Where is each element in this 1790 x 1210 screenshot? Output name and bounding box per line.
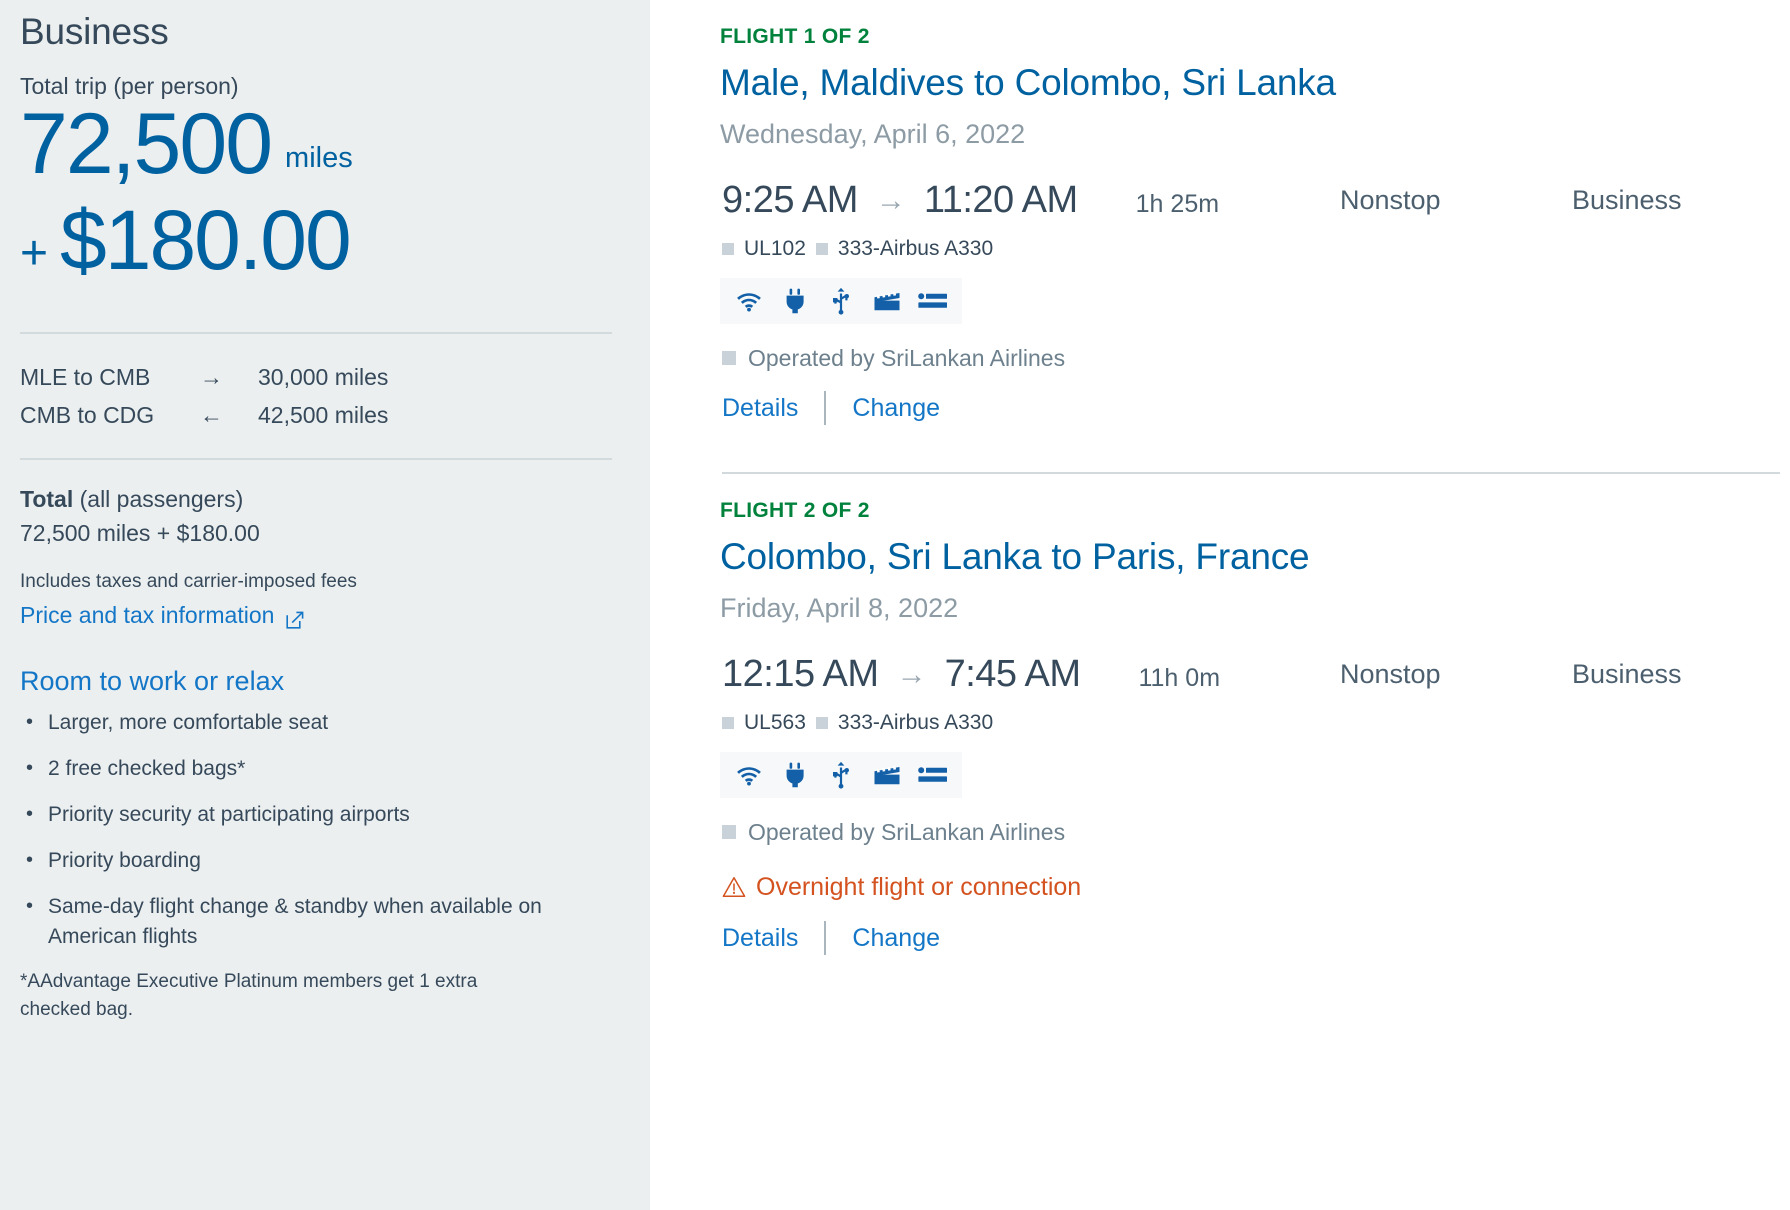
power-outlet-icon <box>780 286 810 316</box>
sidebar-divider-bottom <box>20 458 612 460</box>
price-tax-link-label: Price and tax information <box>20 602 275 628</box>
flight-times-row: 12:15 AM → 7:45 AM 11h 0m Nonstop Busine… <box>720 650 1780 702</box>
segment-miles: 42,500 miles <box>258 402 389 428</box>
lie-flat-seat-icon <box>918 760 948 790</box>
segment-direction-arrow-icon: ← <box>200 402 223 428</box>
departure-time: 9:25 AM <box>722 179 858 221</box>
flight-index-label: FLIGHT 2 OF 2 <box>720 499 870 522</box>
overnight-warning-text: Overnight flight or connection <box>756 873 1082 901</box>
grand-total-label-strong: Total <box>20 486 74 512</box>
bullet-square-icon <box>722 825 736 839</box>
itinerary-flights-panel: FLIGHT 1 OF 2 Male, Maldives to Colombo,… <box>650 0 1790 1210</box>
flight-stops: Nonstop <box>1340 185 1441 215</box>
list-item: 2 free checked bags* <box>20 753 612 784</box>
bullet-square-icon <box>722 351 736 365</box>
flight-index-label: FLIGHT 1 OF 2 <box>720 25 870 48</box>
award-itinerary-page: Business Total trip (per person) 72,500 … <box>0 0 1790 1210</box>
action-separator <box>824 391 827 425</box>
benefits-list: Larger, more comfortable seat 2 free che… <box>20 707 612 952</box>
departure-time: 12:15 AM <box>722 653 879 695</box>
arrival-time: 11:20 AM <box>923 179 1078 221</box>
details-link[interactable]: Details <box>722 920 798 956</box>
entertainment-icon <box>872 286 902 316</box>
flight-meta-row: UL563 333-Airbus A330 <box>720 708 1780 738</box>
arrival-time: 7:45 AM <box>944 653 1081 695</box>
flight-number: UL563 <box>744 711 806 734</box>
bullet-square-icon <box>722 717 734 729</box>
flight-times-row: 9:25 AM → 11:20 AM 1h 25m Nonstop Busine… <box>720 176 1780 228</box>
sidebar-divider-top <box>20 332 612 334</box>
bullet-square-icon <box>722 243 734 255</box>
miles-unit-label: miles <box>285 142 353 174</box>
flight-date: Wednesday, April 6, 2022 <box>720 119 1026 149</box>
flight-duration: 1h 25m <box>1135 190 1220 218</box>
entertainment-icon <box>872 760 902 790</box>
price-and-tax-information-link[interactable]: Price and tax information <box>20 598 305 632</box>
external-link-icon <box>285 605 305 629</box>
benefits-title: Room to work or relax <box>20 666 285 696</box>
arrow-right-icon: → <box>875 184 906 217</box>
operated-by-label: Operated by SriLankan Airlines <box>748 345 1066 371</box>
bullet-square-icon <box>815 717 828 729</box>
segment-route: CMB to CDG <box>20 402 155 428</box>
details-link[interactable]: Details <box>722 390 798 426</box>
overnight-warning: Overnight flight or connection <box>720 870 1780 904</box>
benefits-footnote: *AAdvantage Executive Platinum members g… <box>20 971 478 1020</box>
list-item: Same-day flight change & standby when av… <box>20 891 612 952</box>
grand-total-block: Total (all passengers) 72,500 miles + $1… <box>20 482 612 550</box>
flight-route-title: Colombo, Sri Lanka to Paris, France <box>720 536 1310 577</box>
operated-by-row: Operated by SriLankan Airlines <box>720 816 1780 848</box>
list-item: Priority security at participating airpo… <box>20 799 612 830</box>
taxes-note: Includes taxes and carrier-imposed fees <box>20 571 357 592</box>
cabin-title: Business <box>20 11 169 52</box>
wifi-icon <box>734 286 764 316</box>
segment-price-row: CMB to CDG ← 42,500 miles <box>20 396 612 434</box>
segment-price-row: MLE to CMB → 30,000 miles <box>20 358 612 396</box>
power-outlet-icon <box>780 760 810 790</box>
flight-route-title: Male, Maldives to Colombo, Sri Lanka <box>720 62 1336 103</box>
lie-flat-seat-icon <box>918 286 948 316</box>
flight-number: UL102 <box>744 237 806 260</box>
segment-route: MLE to CMB <box>20 364 151 390</box>
flight-card-1: FLIGHT 1 OF 2 Male, Maldives to Colombo,… <box>720 0 1780 474</box>
amenities-row <box>720 278 962 324</box>
action-separator <box>824 921 827 955</box>
flight-date: Friday, April 8, 2022 <box>720 593 959 623</box>
amenities-row <box>720 752 962 798</box>
operated-by-row: Operated by SriLankan Airlines <box>720 342 1780 374</box>
warning-triangle-icon <box>722 876 746 898</box>
usb-port-icon <box>826 286 856 316</box>
plus-sign: + <box>20 227 49 280</box>
bullet-square-icon <box>815 243 828 255</box>
grand-total-label: Total (all passengers) <box>20 482 612 516</box>
wifi-icon <box>734 760 764 790</box>
change-link[interactable]: Change <box>852 920 940 956</box>
price-summary-sidebar: Business Total trip (per person) 72,500 … <box>0 0 650 1210</box>
flight-stops: Nonstop <box>1340 659 1441 689</box>
aircraft-type: 333-Airbus A330 <box>837 237 994 260</box>
flight-meta-row: UL102 333-Airbus A330 <box>720 234 1780 264</box>
grand-total-value: 72,500 miles + $180.00 <box>20 520 260 546</box>
total-miles-amount: 72,500 <box>20 96 273 192</box>
list-item: Priority boarding <box>20 845 612 876</box>
total-cash-line: + $180.00 <box>20 190 612 304</box>
usb-port-icon <box>826 760 856 790</box>
flight-cabin: Business <box>1572 185 1682 215</box>
operated-by-label: Operated by SriLankan Airlines <box>748 819 1066 845</box>
change-link[interactable]: Change <box>852 390 940 426</box>
aircraft-type: 333-Airbus A330 <box>837 711 994 734</box>
grand-total-label-rest: (all passengers) <box>73 486 244 512</box>
arrow-right-icon: → <box>896 658 927 691</box>
list-item: Larger, more comfortable seat <box>20 707 612 738</box>
flight-cabin: Business <box>1572 659 1682 689</box>
flight-card-2: FLIGHT 2 OF 2 Colombo, Sri Lanka to Pari… <box>720 474 1780 956</box>
flight-actions-row: Details Change <box>720 390 1780 426</box>
segment-direction-arrow-icon: → <box>200 364 223 390</box>
segment-price-list: MLE to CMB → 30,000 miles CMB to CDG ← 4… <box>20 358 612 434</box>
flight-duration: 11h 0m <box>1138 664 1221 692</box>
total-cash-amount: $180.00 <box>60 193 352 287</box>
flight-actions-row: Details Change <box>720 920 1780 956</box>
total-miles-line: 72,500 miles <box>20 96 612 192</box>
segment-miles: 30,000 miles <box>258 364 389 390</box>
